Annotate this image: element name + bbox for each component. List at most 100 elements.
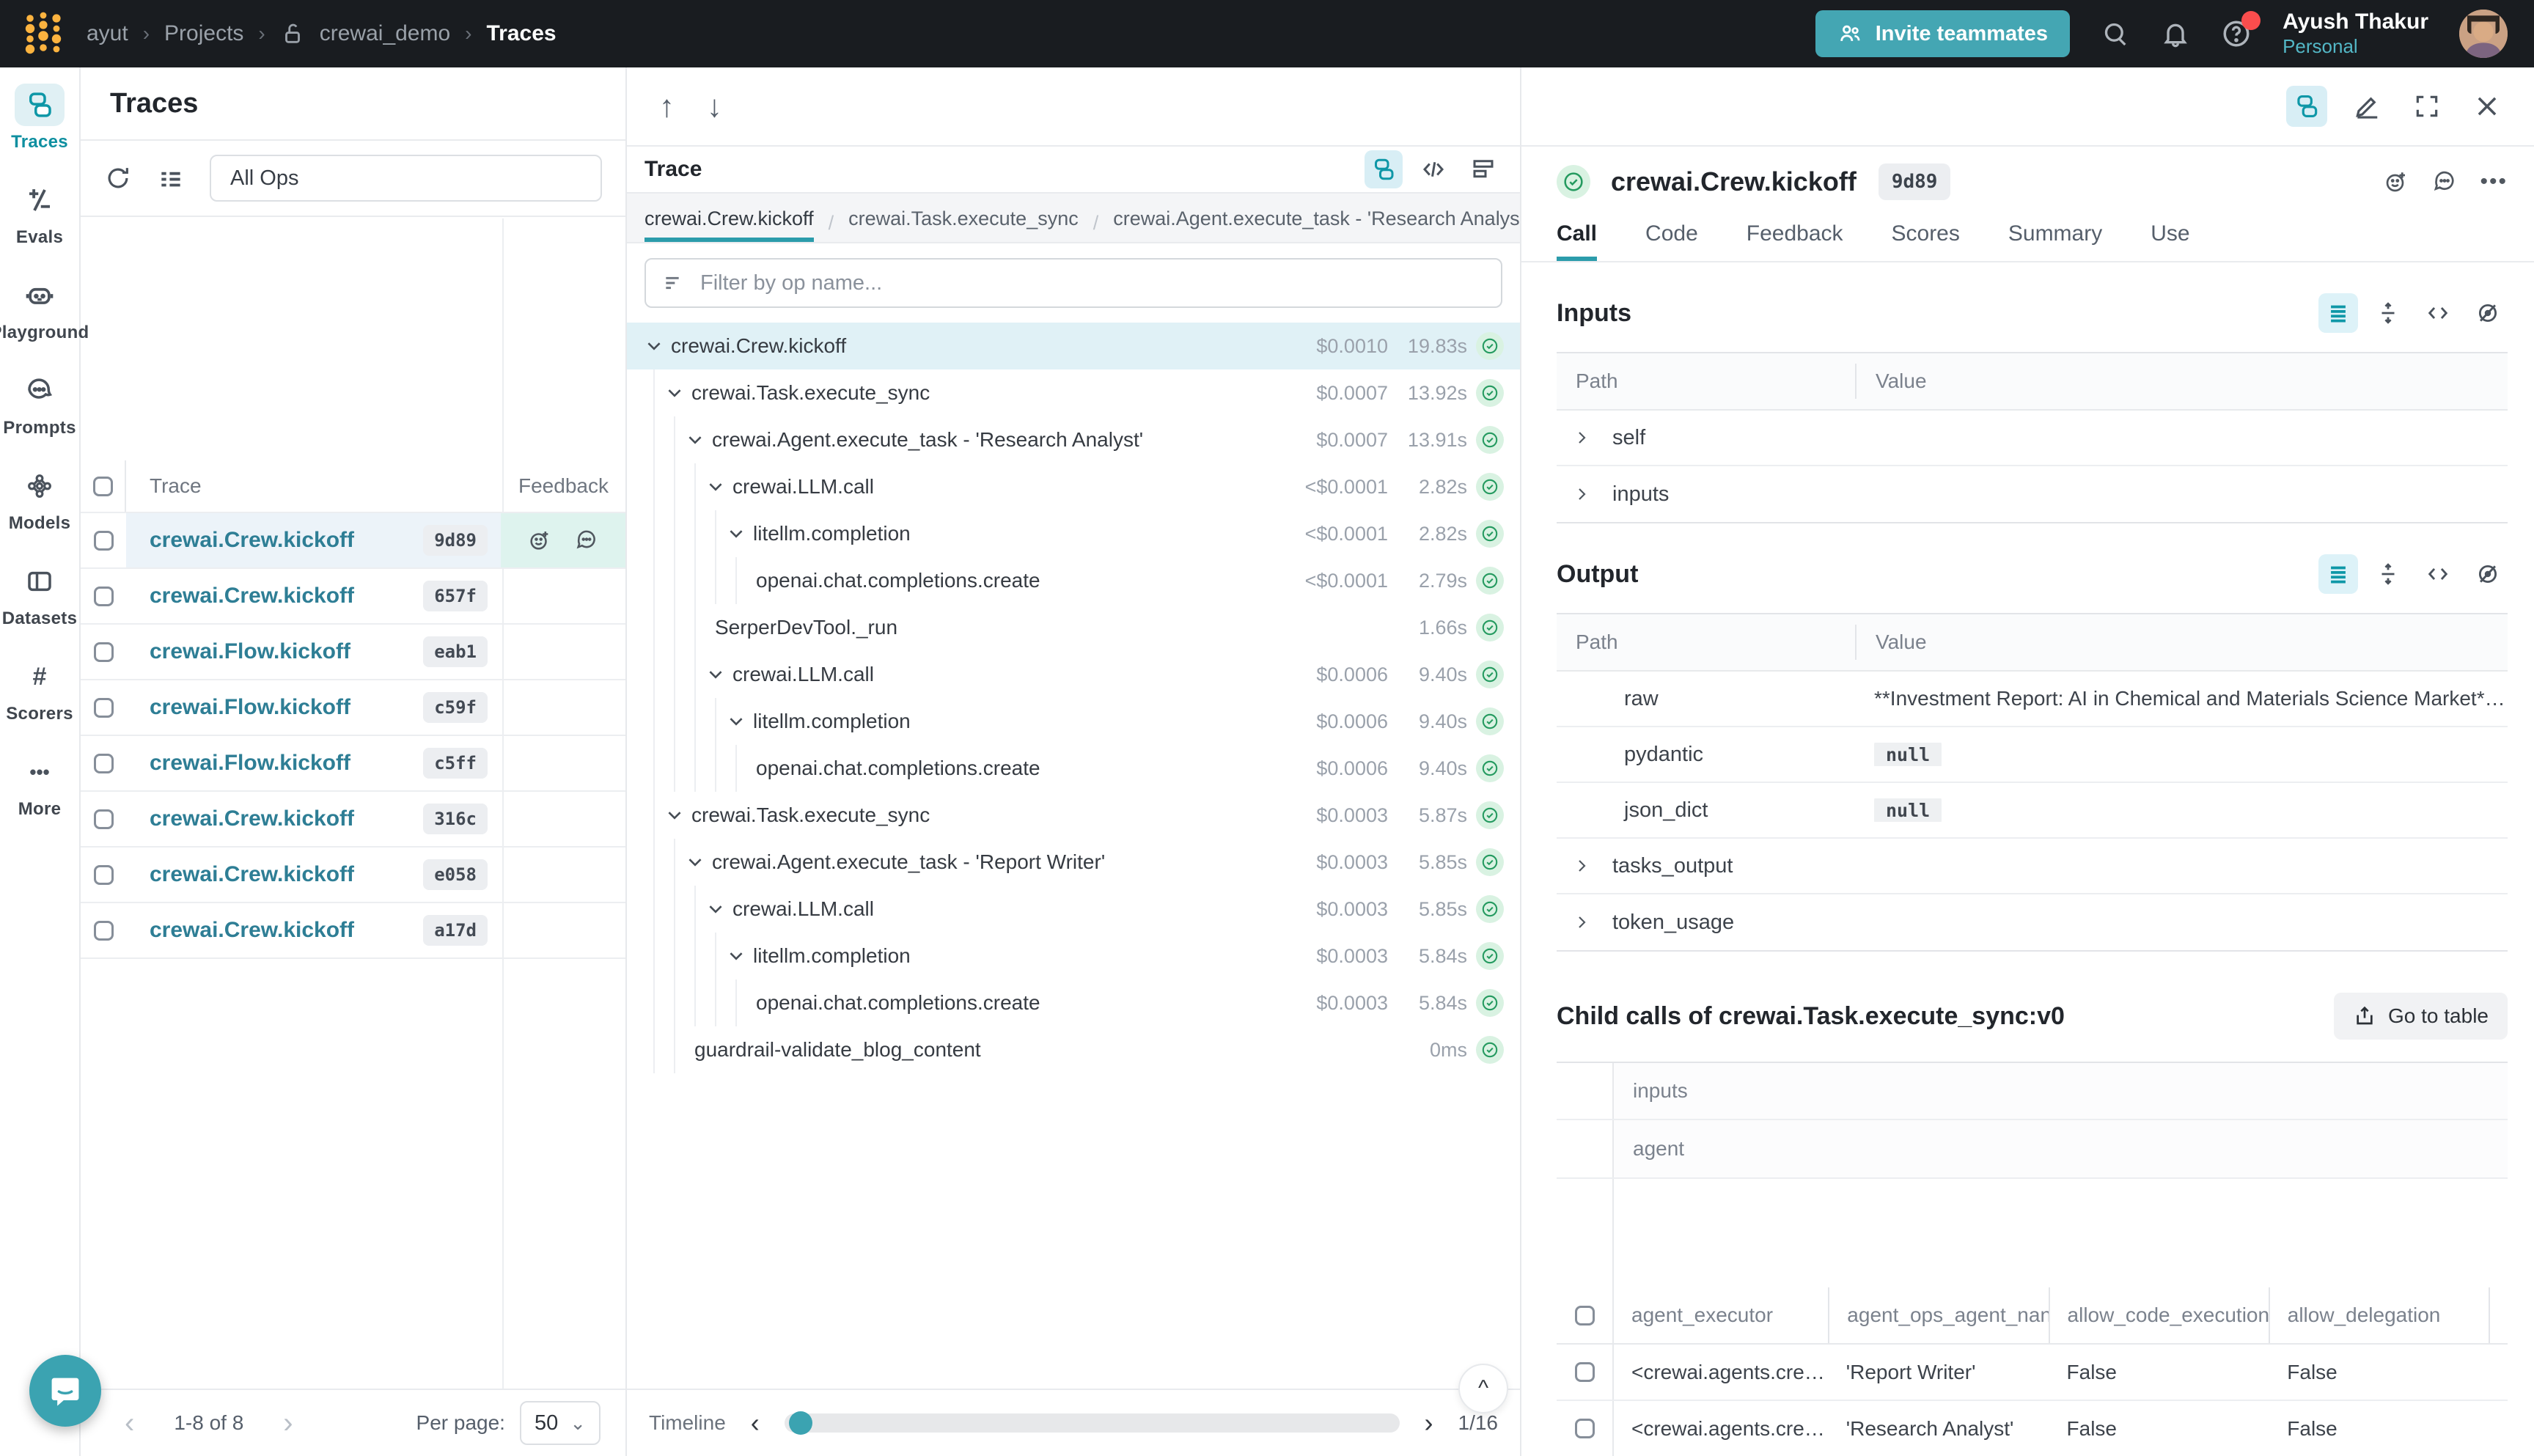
row-checkbox[interactable] [1575, 1362, 1595, 1382]
trace-link[interactable]: crewai.Flow.kickoff [150, 751, 350, 776]
code-json-icon[interactable] [2418, 554, 2458, 594]
table-row[interactable]: crewai.Crew.kickoff e058 [81, 848, 625, 903]
call-tab[interactable]: crewai.Crew.kickoff [644, 197, 814, 242]
trace-link[interactable]: crewai.Flow.kickoff [150, 695, 350, 720]
tab-scores[interactable]: Scores [1892, 217, 1960, 261]
chevron-down-icon[interactable] [665, 806, 691, 825]
chevron-down-icon[interactable] [706, 665, 732, 684]
timeline-slider[interactable] [785, 1413, 1400, 1433]
chevron-down-icon[interactable] [686, 853, 712, 872]
sidebar-item-prompts[interactable]: Prompts [1, 369, 78, 438]
comment-icon[interactable] [574, 528, 599, 553]
hide-values-icon[interactable] [2468, 554, 2508, 594]
call-tree-row[interactable]: crewai.Agent.execute_task - 'Report Writ… [627, 839, 1520, 886]
table-row[interactable]: crewai.Crew.kickoff 657f [81, 569, 625, 625]
column-header[interactable]: b [2489, 1287, 2508, 1343]
chevron-down-icon[interactable] [686, 430, 712, 449]
tab-code[interactable]: Code [1645, 217, 1698, 261]
timeline-prev-icon[interactable]: ‹ [745, 1408, 765, 1438]
sidebar-item-traces[interactable]: Traces [1, 84, 78, 152]
next-trace-icon[interactable]: ↓ [707, 91, 722, 122]
call-tree-row[interactable]: crewai.LLM.call $0.0006 9.40s [627, 651, 1520, 698]
table-row[interactable]: crewai.Flow.kickoff c5ff [81, 736, 625, 792]
call-tab[interactable]: crewai.Task.execute_sync [848, 197, 1079, 242]
hide-values-icon[interactable] [2468, 293, 2508, 333]
chevron-down-icon[interactable] [727, 712, 753, 731]
chevron-down-icon[interactable] [706, 477, 732, 496]
table-row[interactable]: crewai.Flow.kickoff eab1 [81, 625, 625, 680]
op-filter-input[interactable] [700, 271, 1485, 295]
search-icon[interactable] [2101, 19, 2130, 48]
call-tab[interactable]: crewai.Agent.execute_task - 'Research An… [1113, 197, 1520, 242]
next-page-icon[interactable]: › [264, 1408, 312, 1438]
sidebar-item-datasets[interactable]: Datasets [1, 560, 78, 629]
input-row-self[interactable]: self [1557, 411, 2508, 466]
call-tree-row[interactable]: crewai.Task.execute_sync $0.0007 13.92s [627, 369, 1520, 416]
code-json-icon[interactable] [2418, 293, 2458, 333]
row-checkbox[interactable] [94, 642, 114, 662]
trace-link[interactable]: crewai.Crew.kickoff [150, 584, 354, 608]
table-row[interactable]: crewai.Flow.kickoff c59f [81, 680, 625, 736]
code-view-icon[interactable] [1414, 150, 1453, 188]
call-tree-row[interactable]: SerperDevTool._run 1.66s [627, 604, 1520, 651]
sidebar-item-models[interactable]: Models [1, 465, 78, 534]
trace-column-header[interactable]: Trace [126, 460, 501, 512]
row-checkbox[interactable] [94, 587, 114, 606]
more-menu-icon[interactable]: ••• [2480, 169, 2508, 194]
chevron-down-icon[interactable] [665, 383, 691, 402]
open-in-trace-icon[interactable] [2286, 86, 2327, 127]
call-tree-row[interactable]: litellm.completion $0.0003 5.84s [627, 933, 1520, 979]
row-checkbox[interactable] [1575, 1419, 1595, 1438]
comment-icon[interactable] [2431, 169, 2458, 195]
trace-link[interactable]: crewai.Crew.kickoff [150, 918, 354, 943]
column-header[interactable]: allow_delegation [2269, 1287, 2489, 1343]
call-tree-row[interactable]: crewai.LLM.call $0.0003 5.85s [627, 886, 1520, 933]
chevron-right-icon[interactable] [1557, 485, 1590, 503]
chevron-down-icon[interactable] [727, 524, 753, 543]
table-view-icon[interactable] [2318, 293, 2358, 333]
chevron-right-icon[interactable] [1557, 857, 1590, 875]
sidebar-item-more[interactable]: ••• More [1, 751, 78, 820]
output-row-tasks-output[interactable]: tasks_output [1557, 839, 2508, 894]
chevron-down-icon[interactable] [706, 900, 732, 919]
tab-feedback[interactable]: Feedback [1747, 217, 1843, 261]
table-row[interactable]: <crewai.agents.cre… 'Report Writer' Fals… [1557, 1345, 2508, 1401]
expand-rows-icon[interactable] [2368, 554, 2408, 594]
input-row-inputs[interactable]: inputs [1557, 466, 2508, 522]
add-reaction-icon[interactable] [527, 528, 552, 553]
call-tree-row[interactable]: crewai.Crew.kickoff $0.0010 19.83s [627, 323, 1520, 369]
edit-icon[interactable] [2346, 86, 2387, 127]
table-row[interactable]: crewai.Crew.kickoff 316c [81, 792, 625, 848]
chevron-down-icon[interactable] [727, 946, 753, 966]
call-tree-row[interactable]: crewai.Task.execute_sync $0.0003 5.87s [627, 792, 1520, 839]
row-checkbox[interactable] [94, 921, 114, 941]
row-checkbox[interactable] [94, 865, 114, 885]
trace-link[interactable]: crewai.Crew.kickoff [150, 862, 354, 887]
column-header[interactable]: agent_executor [1614, 1287, 1828, 1343]
avatar[interactable] [2459, 10, 2508, 58]
row-checkbox[interactable] [94, 809, 114, 829]
user-menu[interactable]: Ayush Thakur Personal [2283, 9, 2428, 58]
table-row[interactable]: crewai.Crew.kickoff a17d [81, 903, 625, 959]
call-tree-row[interactable]: openai.chat.completions.create <$0.0001 … [627, 557, 1520, 604]
timeline-next-icon[interactable]: › [1419, 1408, 1439, 1438]
breadcrumb-entity[interactable]: ayut [87, 21, 128, 46]
call-tree-row[interactable]: guardrail-validate_blog_content 0ms [627, 1026, 1520, 1073]
tab-call[interactable]: Call [1557, 217, 1597, 261]
table-row[interactable]: <crewai.agents.cre… 'Research Analyst' F… [1557, 1401, 2508, 1456]
prev-trace-icon[interactable]: ↑ [659, 91, 675, 122]
row-checkbox[interactable] [94, 531, 114, 551]
row-checkbox[interactable] [94, 754, 114, 773]
collapse-timeline-button[interactable]: ^ [1458, 1364, 1508, 1413]
chevron-right-icon[interactable] [1557, 913, 1590, 931]
tree-view-icon[interactable] [1365, 150, 1403, 188]
help-icon[interactable] [2221, 18, 2252, 49]
call-tree-row[interactable]: crewai.LLM.call <$0.0001 2.82s [627, 463, 1520, 510]
prev-page-icon[interactable]: ‹ [106, 1408, 153, 1438]
call-tree-row[interactable]: openai.chat.completions.create $0.0006 9… [627, 745, 1520, 792]
column-header[interactable]: agent_ops_agent_nan [1828, 1287, 2048, 1343]
chevron-right-icon[interactable] [1557, 429, 1590, 446]
add-reaction-icon[interactable] [2383, 169, 2409, 195]
refresh-icon[interactable] [104, 164, 132, 192]
sidebar-item-evals[interactable]: Evals [1, 179, 78, 248]
